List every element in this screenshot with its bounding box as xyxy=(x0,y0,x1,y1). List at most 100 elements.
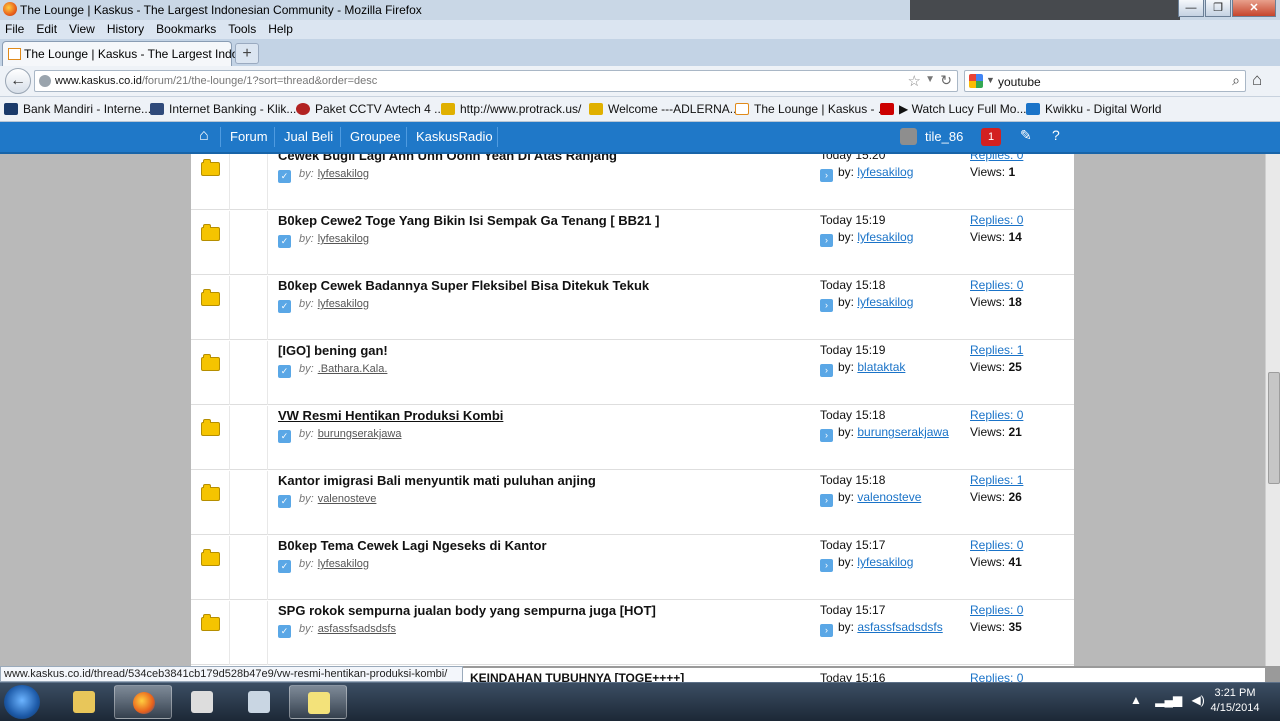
notification-badge[interactable]: 1 xyxy=(981,128,1001,146)
author-link[interactable]: lyfesakilog xyxy=(318,558,369,570)
network-icon[interactable]: ▂▄▆ xyxy=(1155,693,1182,707)
nav-kaskusradio[interactable]: KaskusRadio xyxy=(416,129,493,144)
author-link[interactable]: lyfesakilog xyxy=(318,233,369,245)
menu-bookmarks[interactable]: Bookmarks xyxy=(150,20,222,36)
taskbar-calculator[interactable] xyxy=(230,685,288,719)
author-link[interactable]: burungserakjawa xyxy=(318,428,402,440)
replies-link[interactable]: Replies: 0 xyxy=(970,278,1023,292)
arrow-right-icon[interactable]: › xyxy=(820,299,833,312)
replies-link[interactable]: Replies: 0 xyxy=(970,213,1023,227)
nav-jual-beli[interactable]: Jual Beli xyxy=(284,129,333,144)
taskbar-app[interactable] xyxy=(173,685,231,719)
home-icon[interactable]: ⌂ xyxy=(1252,70,1262,90)
google-icon[interactable] xyxy=(969,74,983,88)
kaskus-home-icon[interactable]: ⌂ xyxy=(199,127,209,145)
arrow-right-icon[interactable]: › xyxy=(820,494,833,507)
replies-link[interactable]: Replies: 1 xyxy=(970,343,1023,357)
arrow-right-icon[interactable]: › xyxy=(820,624,833,637)
thread-title[interactable]: Cewek Bugil Lagi Ahh Uhh Oohh Yeah Di At… xyxy=(278,154,617,163)
thread-title[interactable]: KEINDAHAN TUBUHNYA [TOGE++++] xyxy=(470,671,684,682)
last-post-time: Today 15:18 xyxy=(820,473,886,487)
replies-link[interactable]: Replies: 0 xyxy=(970,603,1023,617)
replies-link[interactable]: Replies: 0 xyxy=(970,154,1023,162)
bookmark-item[interactable]: Welcome ---ADLERNA... xyxy=(589,102,740,116)
minimize-button[interactable]: — xyxy=(1178,0,1204,17)
taskbar-explorer[interactable] xyxy=(55,685,113,719)
menu-history[interactable]: History xyxy=(101,20,150,36)
close-button[interactable]: ✕ xyxy=(1232,0,1276,17)
author-link[interactable]: valenosteve xyxy=(318,493,377,505)
search-input[interactable]: youtube xyxy=(998,75,1041,89)
search-icon[interactable]: ⌕ xyxy=(1232,72,1240,89)
thread-author: ✓ by: .Bathara.Kala. xyxy=(278,363,387,378)
url-bar[interactable]: www.kaskus.co.id/forum/21/the-lounge/1?s… xyxy=(34,70,958,92)
back-button[interactable]: ← xyxy=(5,68,31,94)
last-poster-link[interactable]: lyfesakilog xyxy=(857,295,913,309)
search-engine-dropdown-icon[interactable]: ▼ xyxy=(986,75,995,85)
arrow-right-icon[interactable]: › xyxy=(820,169,833,182)
thread-title[interactable]: VW Resmi Hentikan Produksi Kombi xyxy=(278,408,503,423)
menu-help[interactable]: Help xyxy=(262,20,299,36)
last-post-time: Today 15:18 xyxy=(820,278,886,292)
pencil-icon[interactable]: ✎ xyxy=(1020,127,1032,144)
page-scrollbar[interactable] xyxy=(1265,154,1280,666)
arrow-right-icon[interactable]: › xyxy=(820,429,833,442)
menu-view[interactable]: View xyxy=(63,20,101,36)
last-poster-link[interactable]: valenosteve xyxy=(857,490,921,504)
taskbar-firefox[interactable] xyxy=(114,685,172,719)
username[interactable]: tile_86 xyxy=(925,129,963,144)
thread-title[interactable]: B0kep Cewek Badannya Super Fleksibel Bis… xyxy=(278,278,649,293)
history-dropdown-icon[interactable]: ▼ xyxy=(925,74,935,85)
last-poster-link[interactable]: burungserakjawa xyxy=(857,425,948,439)
bookmark-star-icon[interactable]: ☆ xyxy=(908,72,921,90)
new-tab-button[interactable]: + xyxy=(235,43,259,64)
bookmark-item[interactable]: Bank Mandiri - Interne... xyxy=(4,102,151,116)
last-poster-link[interactable]: asfassfsadsdsfs xyxy=(857,620,942,634)
bookmark-item[interactable]: Kwikku - Digital World xyxy=(1026,102,1161,116)
thread-title[interactable]: Kantor imigrasi Bali menyuntik mati pulu… xyxy=(278,473,596,488)
last-poster-link[interactable]: lyfesakilog xyxy=(857,230,913,244)
nav-forum[interactable]: Forum xyxy=(230,129,268,144)
replies-link[interactable]: Replies: 0 xyxy=(970,408,1023,422)
bookmark-item[interactable]: ▶ Watch Lucy Full Mo... xyxy=(880,102,1026,116)
start-button[interactable] xyxy=(4,685,40,719)
tab-the-lounge[interactable]: The Lounge | Kaskus - The Largest Indon.… xyxy=(2,41,255,66)
menu-file[interactable]: File xyxy=(0,20,30,36)
bookmark-item[interactable]: http://www.protrack.us/ xyxy=(441,102,581,116)
arrow-right-icon[interactable]: › xyxy=(820,559,833,572)
show-hidden-icons-icon[interactable]: ▲ xyxy=(1130,693,1142,707)
bookmark-item[interactable]: Paket CCTV Avtech 4 ... xyxy=(296,102,444,116)
bookmark-item[interactable]: Internet Banking - Klik... xyxy=(150,102,296,116)
clock[interactable]: 3:21 PM 4/15/2014 xyxy=(1200,686,1270,716)
thread-title[interactable]: [IGO] bening gan! xyxy=(278,343,388,358)
thread-title[interactable]: B0kep Tema Cewek Lagi Ngeseks di Kantor xyxy=(278,538,547,553)
author-link[interactable]: .Bathara.Kala. xyxy=(318,363,388,375)
last-poster-link[interactable]: lyfesakilog xyxy=(857,555,913,569)
calculator-icon xyxy=(248,691,270,713)
maximize-button[interactable]: ❐ xyxy=(1205,0,1231,17)
search-bar[interactable]: ▼ youtube ⌕ xyxy=(964,70,1246,92)
arrow-right-icon[interactable]: › xyxy=(820,234,833,247)
thread-row: [IGO] bening gan! ✓ by: .Bathara.Kala. Tod… xyxy=(191,341,1074,405)
replies-link[interactable]: Replies: 0 xyxy=(970,671,1023,682)
reload-icon[interactable]: ↻ xyxy=(940,72,952,89)
last-poster-link[interactable]: lyfesakilog xyxy=(857,165,913,179)
author-link[interactable]: asfassfsadsdsfs xyxy=(318,623,396,635)
last-poster-link[interactable]: blataktak xyxy=(857,360,905,374)
avatar[interactable] xyxy=(900,128,917,145)
bookmark-item[interactable]: The Lounge | Kaskus - ... xyxy=(735,102,888,116)
nav-groupee[interactable]: Groupee xyxy=(350,129,401,144)
help-icon[interactable]: ? xyxy=(1052,127,1060,143)
thread-title[interactable]: B0kep Cewe2 Toge Yang Bikin Isi Sempak G… xyxy=(278,213,659,228)
replies-link[interactable]: Replies: 0 xyxy=(970,538,1023,552)
taskbar-sticky-notes[interactable] xyxy=(289,685,347,719)
thread-title[interactable]: SPG rokok sempurna jualan body yang semp… xyxy=(278,603,656,618)
author-link[interactable]: lyfesakilog xyxy=(318,168,369,180)
arrow-right-icon[interactable]: › xyxy=(820,364,833,377)
menu-edit[interactable]: Edit xyxy=(30,20,63,36)
author-link[interactable]: lyfesakilog xyxy=(318,298,369,310)
replies-link[interactable]: Replies: 1 xyxy=(970,473,1023,487)
last-post-time: Today 15:16 xyxy=(820,671,886,682)
scrollbar-thumb[interactable] xyxy=(1268,372,1280,484)
menu-tools[interactable]: Tools xyxy=(222,20,262,36)
